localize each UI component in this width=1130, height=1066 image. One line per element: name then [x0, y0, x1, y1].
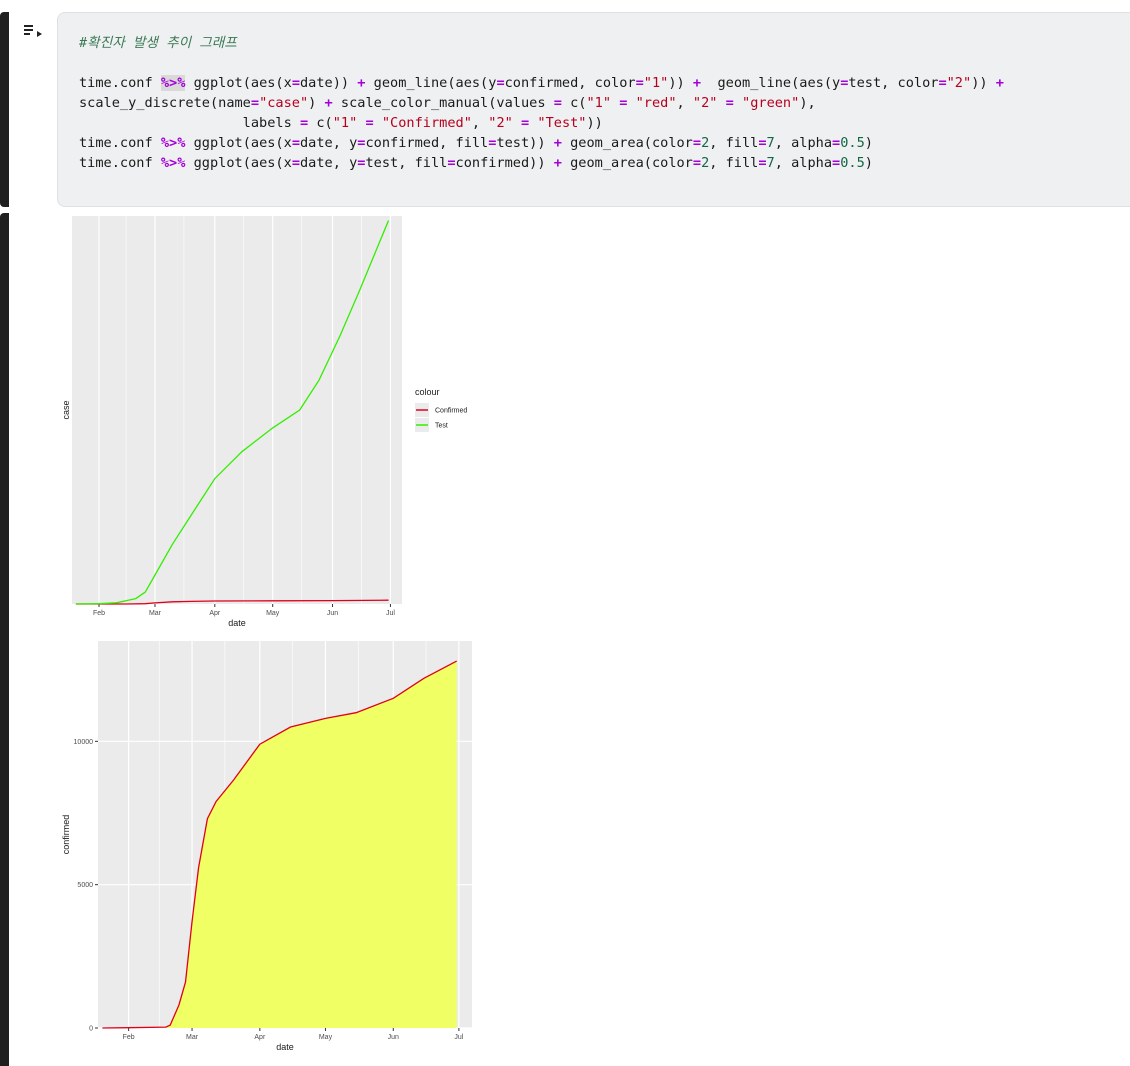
legend-title: colour [415, 387, 440, 397]
legend-label: Test [435, 423, 448, 430]
code-line: time.conf %>% ggplot(aes(x=date, y=confi… [79, 135, 873, 151]
code-editor[interactable]: #확진자 발생 추이 그래프 time.conf %>% ggplot(aes(… [79, 33, 1004, 173]
x-tick-label: May [266, 610, 280, 617]
x-tick-label: Mar [149, 610, 162, 617]
area-plot: Feb Mar Apr May Jun Jul date confirmed 0 5000 1000… [61, 641, 472, 1052]
code-line: time.conf %>% ggplot(aes(x=date, y=test,… [79, 155, 873, 171]
y-axis-title: confirmed [61, 815, 71, 855]
y-tick-label: 0 [89, 1026, 93, 1033]
code-line: time.conf %>% ggplot(aes(x=date)) + geom… [79, 75, 1004, 91]
x-tick-label: Mar [186, 1034, 199, 1041]
x-tick-label: Jun [388, 1034, 399, 1041]
plot-panel [72, 216, 402, 604]
x-tick-label: May [319, 1034, 333, 1041]
run-cell-button[interactable] [22, 22, 46, 42]
output-bar [0, 213, 9, 1066]
y-axis-title: case [61, 400, 71, 419]
y-tick-label: 5000 [77, 882, 93, 889]
x-tick-label: Feb [93, 610, 105, 617]
run-cell-icon [24, 25, 42, 37]
x-axis-title: date [276, 1042, 294, 1052]
code-cell[interactable]: #확진자 발생 추이 그래프 time.conf %>% ggplot(aes(… [57, 12, 1130, 207]
code-line: scale_y_discrete(name="case") + scale_co… [79, 95, 816, 111]
cell-focus-bar [0, 12, 9, 207]
code-comment: #확진자 발생 추이 그래프 [79, 35, 237, 51]
x-tick-label: Apr [209, 610, 221, 617]
code-body: time.conf %>% ggplot(aes(x=date)) + geom… [79, 75, 1004, 171]
x-tick-label: Feb [123, 1034, 135, 1041]
y-tick-label: 10000 [74, 739, 94, 746]
x-tick-label: Jul [454, 1034, 463, 1041]
line-plot: Feb Mar Apr May Jun Jul date case colour Confirme… [61, 216, 467, 628]
x-axis-title: date [228, 618, 246, 628]
x-tick-label: Apr [254, 1034, 266, 1041]
x-tick-label: Jul [386, 610, 395, 617]
legend-label: Confirmed [435, 408, 467, 415]
x-tick-label: Jun [327, 610, 338, 617]
code-line: labels = c("1" = "Confirmed", "2" = "Tes… [79, 115, 603, 131]
